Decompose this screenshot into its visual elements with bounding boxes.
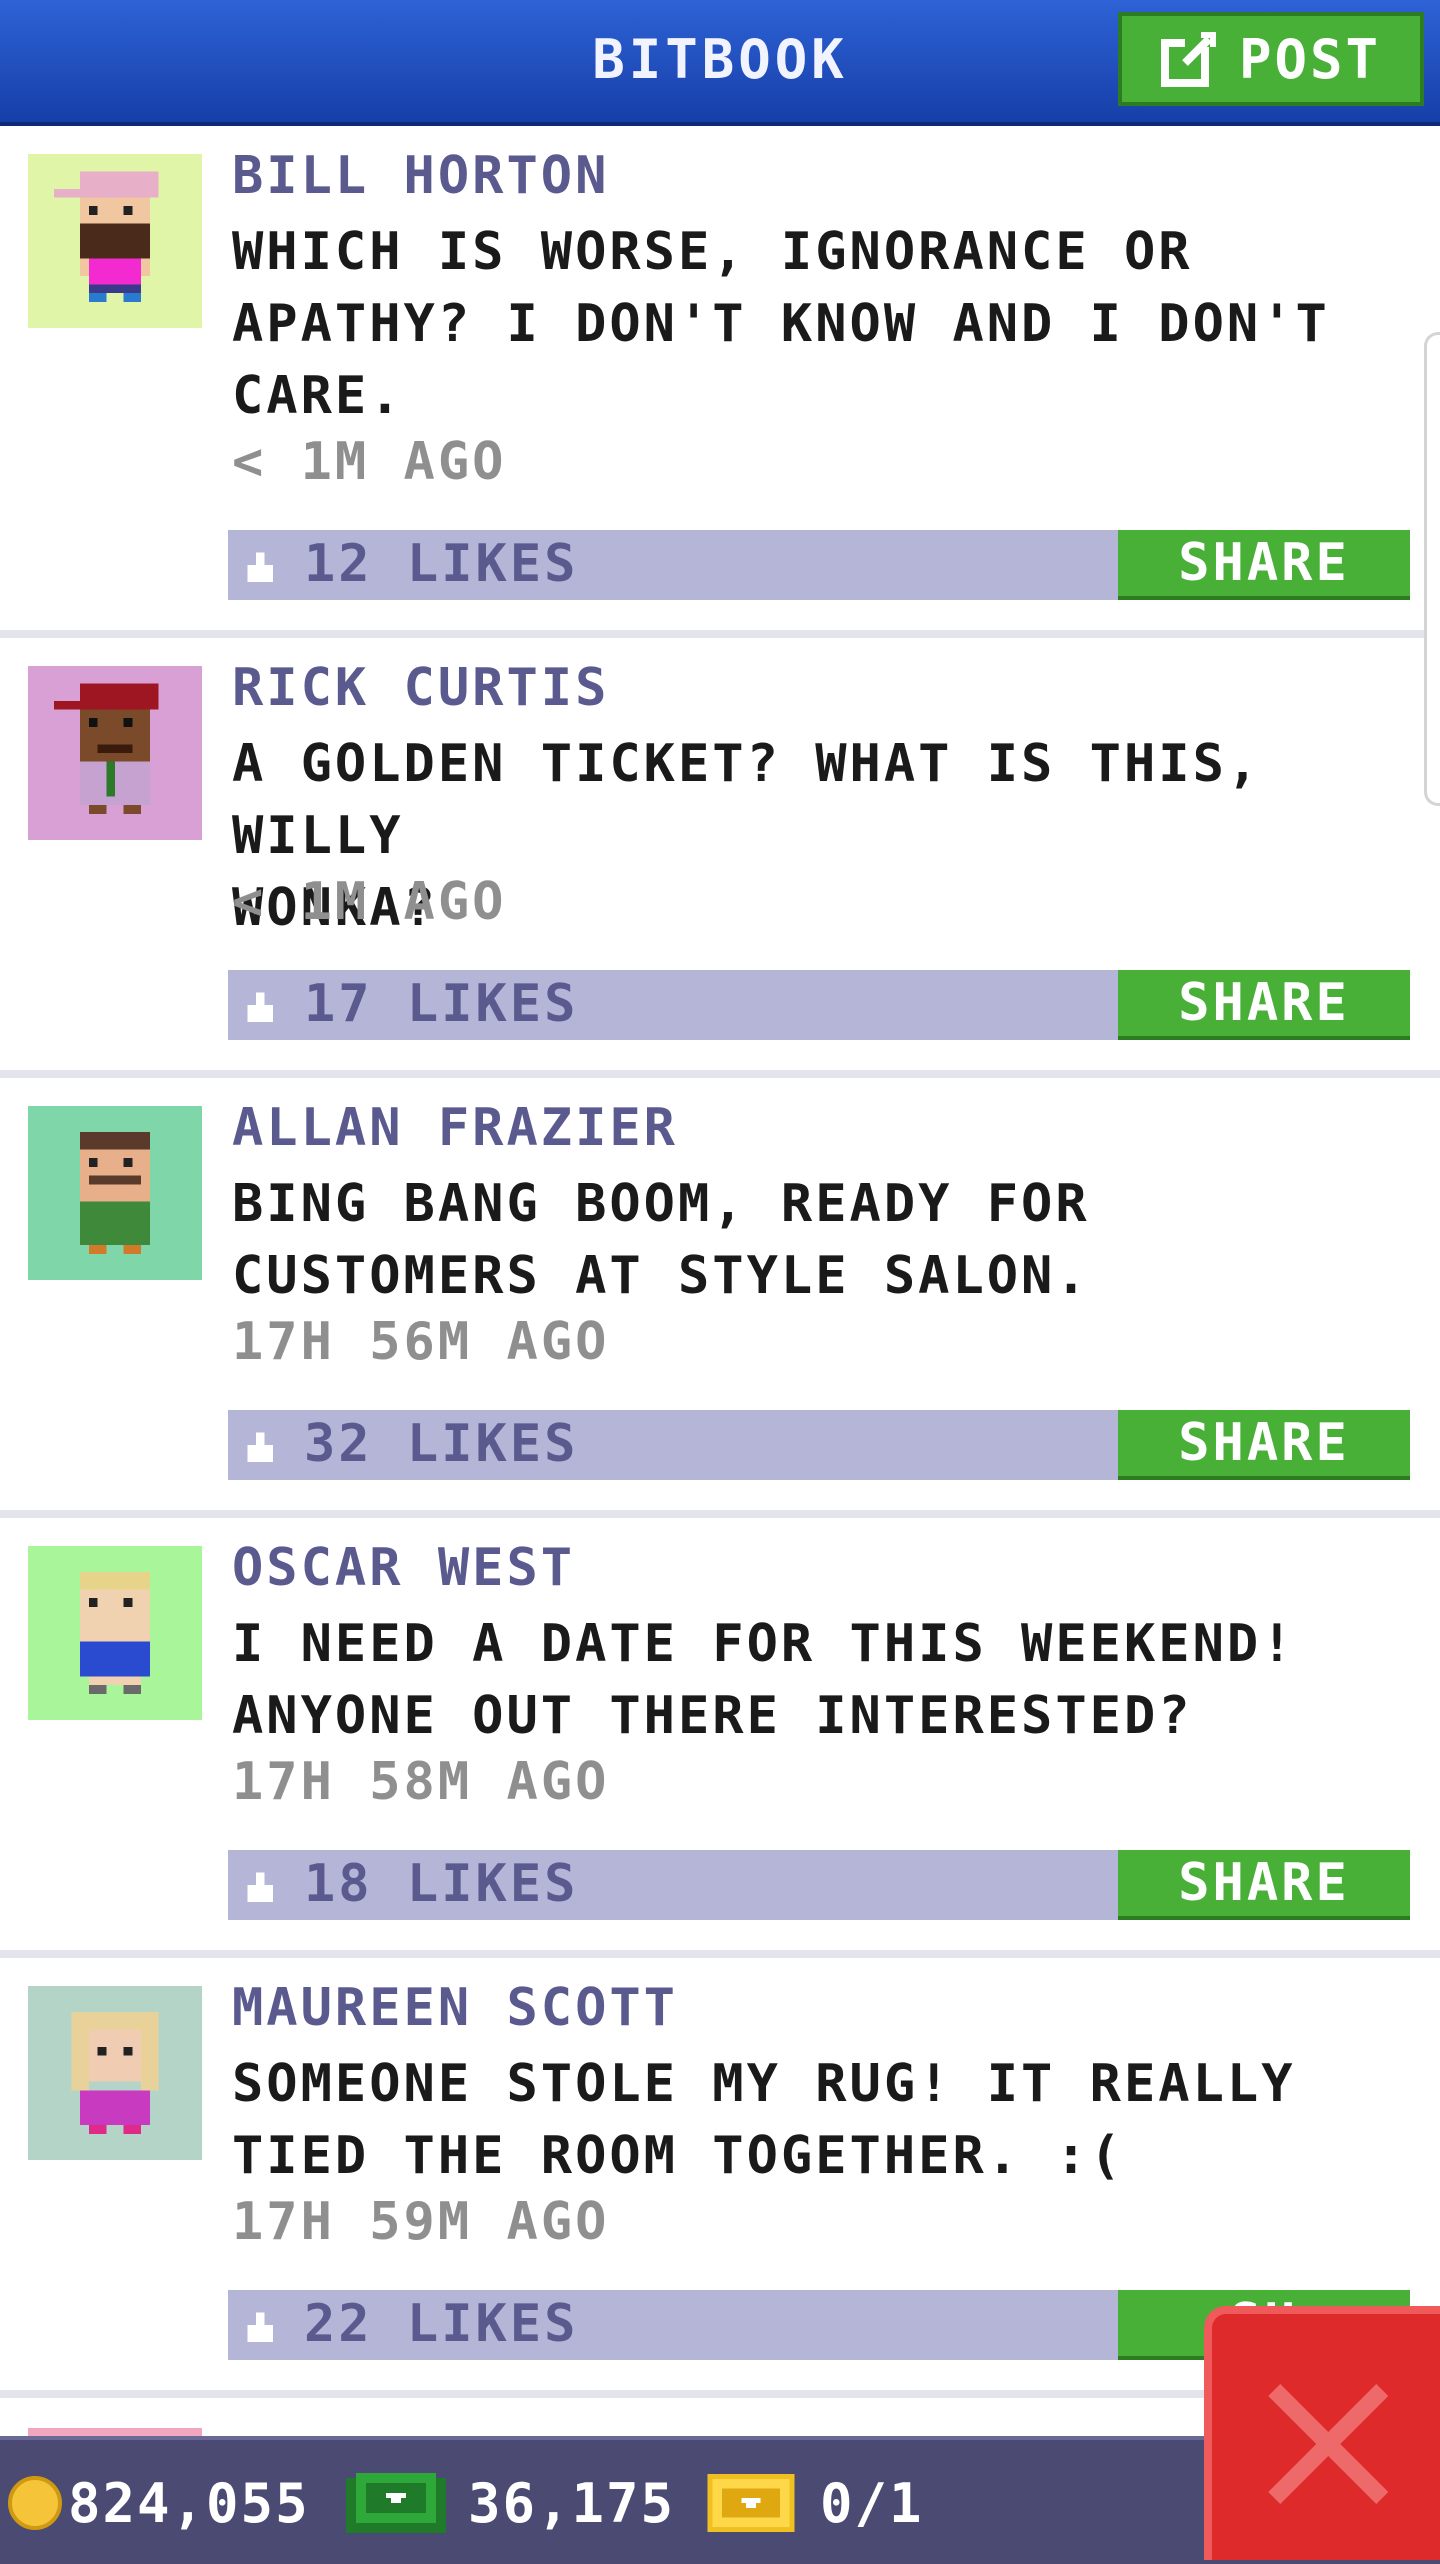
like-bar[interactable]: 12 LIKES SHARE xyxy=(228,530,1410,600)
avatar[interactable] xyxy=(28,1986,202,2160)
thumbs-up-icon xyxy=(247,2312,273,2342)
close-button[interactable] xyxy=(1204,2306,1440,2560)
feed-post: BILL HORTON WHICH IS WORSE, IGNORANCE OR… xyxy=(0,126,1440,638)
post-author[interactable]: MAUREEN SCOTT xyxy=(232,1978,678,2038)
coins-stat: 824,055 xyxy=(8,2458,310,2548)
thumbs-up-icon xyxy=(247,992,273,1022)
bux-icon xyxy=(346,2473,446,2533)
like-count: 32 LIKES xyxy=(304,1414,579,1474)
avatar[interactable] xyxy=(28,666,202,840)
thumbs-up-icon xyxy=(247,1872,273,1902)
bux-value: 36,175 xyxy=(468,2471,676,2535)
feed-post: RICK CURTIS A GOLDEN TICKET? WHAT IS THI… xyxy=(0,638,1440,1078)
bux-stat: 36,175 xyxy=(346,2458,675,2548)
close-icon xyxy=(1268,2384,1388,2504)
coin-icon xyxy=(8,2476,62,2530)
share-button[interactable]: SHARE xyxy=(1118,1850,1410,1920)
post-author[interactable]: RICK CURTIS xyxy=(232,658,609,718)
post-timestamp: 17H 58M AGO xyxy=(232,1752,610,1812)
post-timestamp: 17H 56M AGO xyxy=(232,1312,610,1372)
post-timestamp: < 1M AGO xyxy=(232,432,507,492)
golden-ticket-icon xyxy=(707,2474,795,2532)
avatar[interactable] xyxy=(28,154,202,328)
post-author[interactable]: OSCAR WEST xyxy=(232,1538,575,1598)
post-button-label: POST xyxy=(1238,27,1382,91)
compose-icon xyxy=(1160,32,1216,87)
side-panel-handle[interactable] xyxy=(1424,332,1440,806)
like-bar[interactable]: 18 LIKES SHARE xyxy=(228,1850,1410,1920)
post-timestamp: 17H 59M AGO xyxy=(232,2192,610,2252)
post-message: SOMEONE STOLE MY RUG! IT REALLY TIED THE… xyxy=(232,2054,1296,2186)
post-timestamp: < 1M AGO xyxy=(232,872,507,932)
header-bar: BITBOOK POST xyxy=(0,0,1440,126)
thumbs-up-icon xyxy=(247,1432,273,1462)
feed-post: OSCAR WEST I NEED A DATE FOR THIS WEEKEN… xyxy=(0,1518,1440,1958)
like-bar[interactable]: 32 LIKES SHARE xyxy=(228,1410,1410,1480)
tickets-value: 0/1 xyxy=(820,2471,924,2535)
post-button[interactable]: POST xyxy=(1118,12,1424,106)
post-author[interactable]: BILL HORTON xyxy=(232,146,609,206)
post-message: BING BANG BOOM, READY FOR CUSTOMERS AT S… xyxy=(232,1174,1090,1306)
coins-value: 824,055 xyxy=(68,2471,310,2535)
like-count: 22 LIKES xyxy=(304,2294,579,2354)
post-message: WHICH IS WORSE, IGNORANCE OR APATHY? I D… xyxy=(232,222,1330,426)
share-button[interactable]: SHARE xyxy=(1118,530,1410,600)
avatar[interactable] xyxy=(28,1106,202,1280)
like-count: 12 LIKES xyxy=(304,534,579,594)
tickets-stat: 0/1 xyxy=(706,2458,924,2548)
feed-post: ALLAN FRAZIER BING BANG BOOM, READY FOR … xyxy=(0,1078,1440,1518)
thumbs-up-icon xyxy=(247,552,273,582)
like-count: 17 LIKES xyxy=(304,974,579,1034)
share-button[interactable]: SHARE xyxy=(1118,1410,1410,1480)
like-count: 18 LIKES xyxy=(304,1854,579,1914)
like-bar[interactable]: 17 LIKES SHARE xyxy=(228,970,1410,1040)
share-button[interactable]: SHARE xyxy=(1118,970,1410,1040)
post-message: I NEED A DATE FOR THIS WEEKEND! ANYONE O… xyxy=(232,1614,1296,1746)
avatar[interactable] xyxy=(28,1546,202,1720)
post-author[interactable]: ALLAN FRAZIER xyxy=(232,1098,678,1158)
